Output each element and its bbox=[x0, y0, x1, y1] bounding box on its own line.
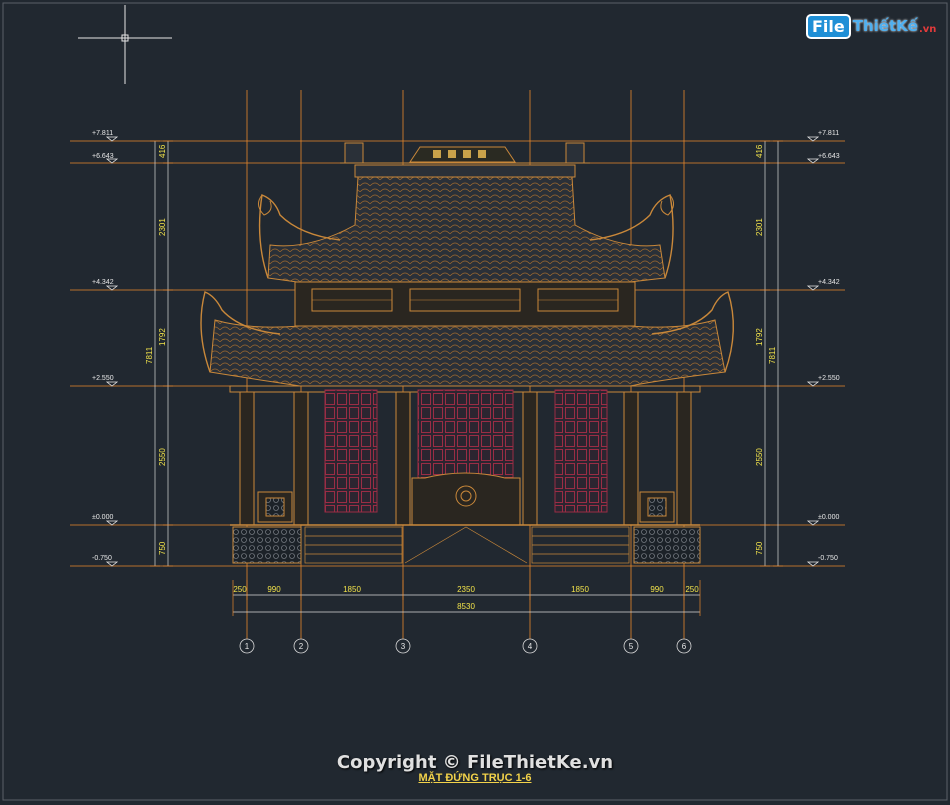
bottom-dim-3: 1850 bbox=[343, 585, 361, 594]
bottom-dim-6: 990 bbox=[650, 585, 664, 594]
level-right-6: -0.750 bbox=[818, 555, 838, 562]
right-dim-1: 416 bbox=[755, 144, 764, 158]
right-dim-2: 2301 bbox=[755, 218, 764, 236]
right-dim-total: 7811 bbox=[768, 346, 777, 364]
copyright-watermark: Copyright © FileThietKe.vn bbox=[336, 752, 614, 773]
brand-logo[interactable]: File ThiếtKế .vn bbox=[808, 12, 936, 40]
right-dim-3: 1792 bbox=[755, 328, 764, 346]
bottom-dim-1: 250 bbox=[233, 585, 247, 594]
level-left-5: ±0.000 bbox=[92, 514, 113, 521]
level-right-3: +4.342 bbox=[818, 279, 840, 286]
level-right-2: +6.643 bbox=[818, 153, 840, 160]
bottom-dim-total: 8530 bbox=[457, 602, 475, 611]
right-dim-5: 750 bbox=[755, 541, 764, 555]
axis-label-4: 4 bbox=[528, 642, 533, 651]
level-left-1: +7.811 bbox=[92, 130, 113, 137]
logo-name: ThiếtKế bbox=[852, 17, 918, 35]
axis-label-3: 3 bbox=[401, 642, 406, 651]
logo-ext: .vn bbox=[918, 23, 937, 35]
left-dim-2: 2301 bbox=[158, 218, 167, 236]
level-left-2: +6.643 bbox=[92, 153, 114, 160]
bottom-dim-5: 1850 bbox=[571, 585, 589, 594]
left-dim-3: 1792 bbox=[158, 328, 167, 346]
bottom-dim-4: 2350 bbox=[457, 585, 475, 594]
axis-label-1: 1 bbox=[245, 642, 250, 651]
level-right-5: ±0.000 bbox=[818, 514, 839, 521]
bottom-dim-2: 990 bbox=[267, 585, 281, 594]
left-dim-1: 416 bbox=[158, 144, 167, 158]
cursor-crosshair-icon bbox=[78, 5, 172, 84]
axis-bubbles bbox=[239, 638, 692, 654]
bottom-dim-7: 250 bbox=[685, 585, 699, 594]
left-dim-4: 2550 bbox=[158, 448, 167, 466]
left-dim-5: 750 bbox=[158, 541, 167, 555]
level-left-3: +4.342 bbox=[92, 279, 114, 286]
axis-label-2: 2 bbox=[299, 642, 304, 651]
drawing-title: MẶT ĐỨNG TRỤC 1-6 bbox=[418, 772, 532, 784]
cad-drawing: +7.811 +6.643 +4.342 +2.550 ±0.000 -0.75… bbox=[2, 2, 948, 801]
level-right-4: +2.550 bbox=[818, 375, 840, 382]
axis-label-5: 5 bbox=[629, 642, 634, 651]
left-dim-total: 7811 bbox=[145, 346, 154, 364]
level-right-1: +7.811 bbox=[818, 130, 839, 137]
temple-elevation bbox=[200, 142, 734, 564]
level-left-4: +2.550 bbox=[92, 375, 114, 382]
right-dim-4: 2550 bbox=[755, 448, 764, 466]
front-steps bbox=[304, 526, 630, 564]
logo-brand: File bbox=[808, 15, 849, 37]
level-left-6: -0.750 bbox=[92, 555, 112, 562]
axis-label-6: 6 bbox=[682, 642, 687, 651]
